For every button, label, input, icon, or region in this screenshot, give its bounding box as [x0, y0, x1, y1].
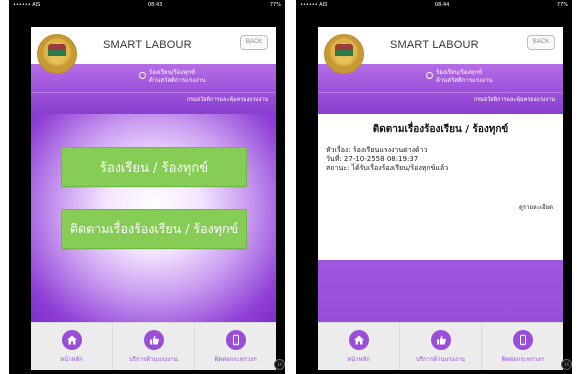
tab-contact-ministry[interactable]: ติดต่อกระทรวงฯ [195, 323, 276, 370]
battery-text: 77% [556, 2, 568, 8]
tab-home[interactable]: หน้าหลัก [318, 323, 400, 370]
banner-divider [318, 92, 563, 93]
status-bar: •••••• AIS 08:44 77% [296, 0, 572, 10]
assistive-touch-button[interactable]: 1X [274, 359, 285, 370]
home-icon [348, 330, 369, 350]
time-text: 08:44 [434, 2, 450, 8]
complain-button[interactable]: ร้องเรียน / ร้องทุกข์ [61, 147, 247, 187]
track-complaint-button[interactable]: ติดตามเรื่องร้องเรียน / ร้องทุกข์ [61, 209, 247, 249]
tab-label: บริการด้านแรงงาน [415, 356, 466, 363]
phone-right: •••••• AIS 08:44 77% SMART LABOUR BACK ร… [296, 0, 572, 374]
tab-label: หน้าหลัก [60, 356, 83, 363]
thumbs-up-icon [430, 330, 451, 350]
service-icon [139, 72, 146, 79]
back-button[interactable]: BACK [527, 35, 555, 50]
tab-bar: หน้าหลัก บริการด้านแรงงาน ติดต่อกระทรวงฯ [31, 322, 276, 370]
time-text: 08:43 [147, 2, 163, 8]
tab-label: ติดต่อกระทรวงฯ [214, 356, 257, 363]
service-banner: ร้องเรียน/ร้องทุกข์ ด้านสวัสดิการแรงงาน … [31, 64, 276, 114]
tab-contact-ministry[interactable]: ติดต่อกระทรวงฯ [482, 323, 563, 370]
tab-label: บริการด้านแรงงาน [128, 356, 179, 363]
complaint-status: สถานะ: ได้รับเรื่องร้องเรียน/ร้องทุกข์แล… [326, 164, 449, 172]
assistive-touch-button[interactable]: 1X [561, 359, 572, 370]
main-area: ร้องเรียน / ร้องทุกข์ ติดตามเรื่องร้องเร… [31, 114, 276, 322]
phone-left: •••••• AIS 08:43 77% SMART LABOUR BACK ร… [9, 0, 285, 374]
app-screen: SMART LABOUR BACK ร้องเรียน/ร้องทุกข์ ด้… [31, 27, 276, 370]
app-title: SMART LABOUR [390, 39, 479, 51]
thumbs-up-icon [143, 330, 164, 350]
carrier-text: •••••• AIS [13, 2, 41, 8]
screenshot-pair: •••••• AIS 08:43 77% SMART LABOUR BACK ร… [0, 0, 579, 374]
tab-label: ติดต่อกระทรวงฯ [501, 356, 544, 363]
tab-labour-services[interactable]: บริการด้านแรงงาน [400, 323, 482, 370]
department-label: กรมสวัสดิการและคุ้มครองแรงงาน [473, 97, 555, 103]
status-bar: •••••• AIS 08:43 77% [9, 0, 285, 10]
tab-label: หน้าหลัก [347, 356, 370, 363]
tab-labour-services[interactable]: บริการด้านแรงงาน [113, 323, 195, 370]
tab-home[interactable]: หน้าหลัก [31, 323, 113, 370]
home-icon [61, 330, 82, 350]
ministry-seal-logo [37, 34, 77, 74]
app-title: SMART LABOUR [103, 39, 192, 51]
department-label: กรมสวัสดิการและคุ้มครองแรงงาน [186, 97, 268, 103]
tab-bar: หน้าหลัก บริการด้านแรงงาน ติดต่อกระทรวงฯ [318, 322, 563, 370]
app-screen: SMART LABOUR BACK ร้องเรียน/ร้องทุกข์ ด้… [318, 27, 563, 370]
card-title: ติดตามเรื่องร้องเรียน / ร้องทุกข์ [372, 124, 509, 135]
main-area: ติดตามเรื่องร้องเรียน / ร้องทุกข์ หัวเรื… [318, 114, 563, 322]
service-banner: ร้องเรียน/ร้องทุกข์ ด้านสวัสดิการแรงงาน … [318, 64, 563, 114]
ministry-seal-logo [324, 34, 364, 74]
view-details-link[interactable]: ดูรายละเอียด [519, 202, 553, 212]
battery-text: 77% [269, 2, 281, 8]
back-button[interactable]: BACK [240, 35, 268, 50]
complaint-status-card: ติดตามเรื่องร้องเรียน / ร้องทุกข์ หัวเรื… [318, 114, 563, 260]
banner-divider [31, 92, 276, 93]
carrier-text: •••••• AIS [300, 2, 328, 8]
service-label: ร้องเรียน/ร้องทุกข์ ด้านสวัสดิการแรงงาน [436, 69, 493, 84]
phone-icon [512, 330, 533, 350]
service-icon [426, 72, 433, 79]
service-label: ร้องเรียน/ร้องทุกข์ ด้านสวัสดิการแรงงาน [149, 69, 206, 84]
phone-icon [225, 330, 246, 350]
